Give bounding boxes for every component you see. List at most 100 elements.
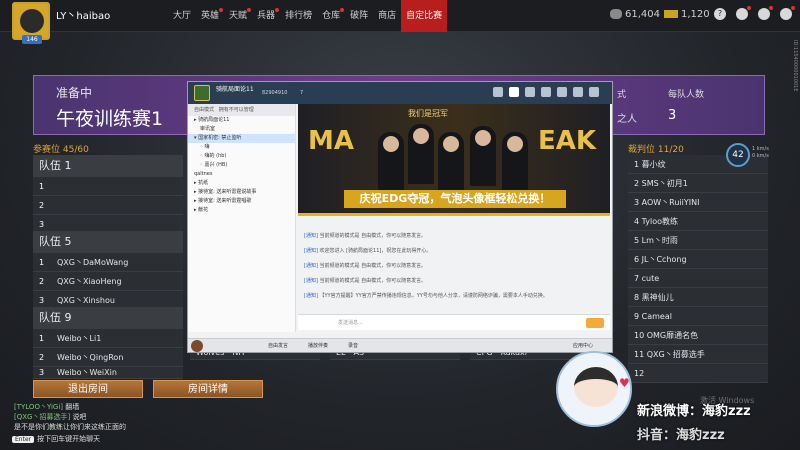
nav-talents[interactable]: 天赋	[224, 0, 252, 32]
chat-message: [QXG丶招募选手] 说吧	[14, 413, 87, 421]
record-button[interactable]: 录音	[348, 342, 358, 349]
team-title: 队伍 5	[33, 231, 183, 253]
edg-promo-banner[interactable]: 我们是冠军 MA EAK 庆祝EDG夺冠，气泡头像框轻松兑换！	[298, 104, 610, 216]
mail-icon[interactable]	[736, 6, 751, 20]
nav-leaderboard[interactable]: 排行榜	[280, 0, 317, 32]
referee-row[interactable]: 4 Tyloo教练	[628, 212, 768, 231]
referee-row[interactable]: 11 QXG丶招募选手	[628, 345, 768, 364]
referee-row[interactable]: 7 cute	[628, 269, 768, 288]
team-1-panel: 队伍 1 1 2 3	[33, 155, 183, 234]
user-avatar-icon[interactable]	[191, 340, 203, 352]
room-name: 午夜训练赛1	[56, 108, 164, 130]
channel-item[interactable]: ◦ 嘉兴 (HB)	[188, 161, 295, 170]
referee-row[interactable]: 3 AOW丶RuiiYINI	[628, 193, 768, 212]
team-slot-row[interactable]: 1 QXG丶DaMoWang	[33, 253, 183, 272]
referee-row[interactable]: 6 JL丶Cchong	[628, 250, 768, 269]
help-icon[interactable]: ?	[714, 8, 726, 20]
gamepad-icon[interactable]	[525, 87, 535, 97]
notice-item: [通知] 当前频道的模式是 自由模式，你可以随意发言。	[304, 233, 427, 239]
yy-main-area: 我们是冠军 MA EAK 庆祝EDG夺冠，气泡头像框轻松兑换！ [通知] 当前频…	[296, 104, 612, 332]
channel-item[interactable]: ▸ 接待室: 送来听雷霆说故事	[188, 188, 295, 197]
promo-text-left: MA	[308, 126, 354, 156]
streamer-weibo: 新浪微博：海豹zzz	[637, 404, 751, 419]
referee-row[interactable]: 9 Cameal	[628, 307, 768, 326]
referee-row[interactable]: 8 黑神仙儿	[628, 288, 768, 307]
player-image	[470, 126, 496, 186]
notification-dot-icon	[275, 8, 280, 12]
play-accompaniment-button[interactable]: 播放伴奏	[308, 342, 328, 349]
team-slot-row[interactable]: 1	[33, 177, 183, 196]
team-slot-row[interactable]: 2 QXG丶XiaoHeng	[33, 272, 183, 291]
player-image	[438, 132, 464, 192]
channel-item[interactable]: ▸ 骑航局面论11	[188, 116, 295, 125]
vertical-id-text: ID:1154000001001E	[792, 40, 798, 92]
per-team-value: 3	[668, 108, 677, 123]
home-icon[interactable]	[509, 87, 519, 97]
streamer-douyin: 抖音：海豹zzz	[637, 428, 725, 443]
app-center-button[interactable]: 应用中心	[573, 342, 593, 349]
room-host-label: 之人	[617, 114, 637, 125]
chat-message: 是不是你们教练让你们来这练正面的	[14, 423, 126, 431]
chat-message: [TYLOO丶YiGi] 翻墙	[14, 403, 80, 411]
chat-enter-hint[interactable]: Enter 按下回车键开始聊天	[12, 434, 100, 444]
team-slot-row[interactable]: 3 Weibo丶WeiXin	[33, 367, 183, 379]
nav-heroes[interactable]: 英雄	[196, 0, 224, 32]
channel-item[interactable]: ◦ 嗨的 (hb)	[188, 152, 295, 161]
channel-item[interactable]: ▸ 献花	[188, 206, 295, 215]
channel-item[interactable]: ▸ 接待室: 送来听雷霆唱歌	[188, 197, 295, 206]
settings-icon[interactable]	[758, 6, 773, 20]
nav-shop[interactable]: 商店	[373, 0, 401, 32]
per-team-label: 每队人数	[668, 90, 705, 100]
yy-message-input[interactable]: 发送消息...	[298, 314, 610, 330]
nav-weapons[interactable]: 兵器	[252, 0, 280, 32]
menu-icon[interactable]	[780, 6, 795, 20]
minimize-icon[interactable]	[557, 87, 567, 97]
nav-pozhen[interactable]: 破阵	[345, 0, 373, 32]
close-icon[interactable]	[589, 87, 599, 97]
send-button[interactable]	[586, 318, 604, 328]
free-speak-button[interactable]: 自由发言	[268, 342, 288, 349]
nav-warehouse[interactable]: 仓库	[317, 0, 345, 32]
silver-coin-icon	[610, 9, 622, 19]
yy-title-icons	[493, 87, 599, 97]
yy-bottom-bar: 自由发言 播放伴奏 录音 应用中心	[188, 338, 612, 352]
yy-channel-id: 82904910	[262, 90, 288, 96]
nav-custom-match[interactable]: 自定比赛	[401, 0, 448, 32]
room-status: 准备中	[56, 86, 93, 100]
player-image	[408, 124, 434, 184]
team-slot-row[interactable]: 2 Weibo丶QingRon	[33, 348, 183, 367]
team-9-panel: 队伍 9 1 Weibo丶Li1 2 Weibo丶QingRon 3 Weibo丶We…	[33, 307, 183, 379]
referee-row[interactable]: 10 OMG靡通名色	[628, 326, 768, 345]
play-icon[interactable]	[493, 87, 503, 97]
yy-channel-title: 骑航局面论11	[216, 86, 254, 93]
notification-dot-icon	[247, 8, 252, 12]
channel-item[interactable]: qaltnes	[188, 170, 295, 179]
promo-text-right: EAK	[537, 126, 596, 156]
main-nav: 大厅 英雄 天赋 兵器 排行榜 仓库 破阵 商店 自定比赛	[168, 0, 448, 32]
yy-channel-tree: 自由模式 拥有不可以管理 ▸ 骑航局面论11 审讯室 ▾ 国家机密: 禁止监听 …	[188, 104, 296, 332]
bird-emblem-icon	[20, 9, 44, 33]
notice-list: [通知] 当前频道的模式是 自由模式，你可以随意发言。 [通知] 欢迎您进入 […	[304, 232, 604, 307]
notice-item: [通知] 欢迎您进入 [骑航局面论11]，祝您在此玩得开心。	[304, 248, 432, 254]
maximize-icon[interactable]	[573, 87, 583, 97]
channel-item[interactable]: 审讯室	[188, 125, 295, 134]
nav-lobby[interactable]: 大厅	[168, 0, 196, 32]
top-bar: 146 LY丶haibao 大厅 英雄 天赋 兵器 排行榜 仓库 破阵 商店 自…	[0, 0, 800, 44]
room-detail-button[interactable]: 房间详情	[153, 380, 263, 398]
referee-row[interactable]: 2 SMS丶初月1	[628, 174, 768, 193]
cartoon-face-icon	[574, 367, 618, 407]
channel-item[interactable]: ▸ 抗纸	[188, 179, 295, 188]
team-slot-row[interactable]: 2	[33, 196, 183, 215]
promo-headline: 我们是冠军	[408, 109, 448, 118]
referee-row[interactable]: 5 Lm丶时雨	[628, 231, 768, 250]
referee-row[interactable]: 12	[628, 364, 768, 383]
channel-logo-icon[interactable]	[194, 85, 210, 101]
yy-mode-header: 自由模式 拥有不可以管理	[188, 104, 295, 116]
team-slot-row[interactable]: 1 Weibo丶Li1	[33, 329, 183, 348]
channel-item[interactable]: ◦ 嗨	[188, 143, 295, 152]
referee-panel: 1 暮小纹 2 SMS丶初月1 3 AOW丶RuiiYINI 4 Tyloo教练…	[628, 155, 768, 383]
exit-room-button[interactable]: 退出房间	[33, 380, 143, 398]
yy-user-count: 7	[300, 90, 304, 96]
channel-item[interactable]: ▾ 国家机密: 禁止监听	[188, 134, 295, 143]
skin-icon[interactable]	[541, 87, 551, 97]
